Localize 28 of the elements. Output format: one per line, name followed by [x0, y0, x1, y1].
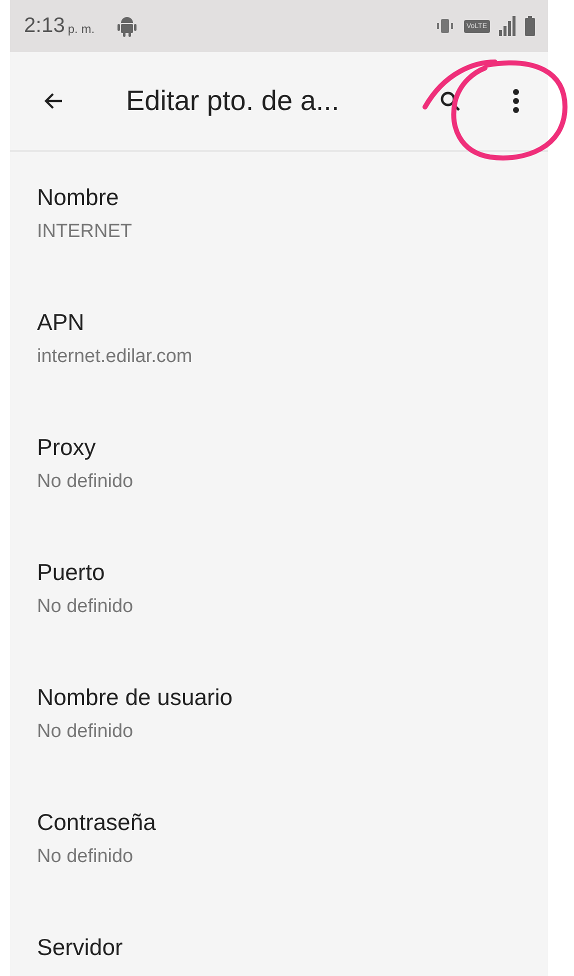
setting-label: Nombre de usuario: [37, 684, 234, 711]
setting-value: No definido: [37, 471, 134, 493]
setting-label: Proxy: [37, 434, 97, 461]
setting-value: INTERNET: [37, 221, 133, 243]
settings-item[interactable]: Proxy No definido: [10, 428, 548, 553]
setting-value: No definido: [37, 846, 134, 868]
settings-item[interactable]: Servidor: [10, 928, 548, 976]
toolbar-title: Editar pto. de a...: [126, 85, 340, 117]
setting-label: APN: [37, 309, 86, 336]
signal-icon: [498, 16, 516, 36]
android-robot-icon: [116, 15, 137, 37]
setting-label: Nombre: [37, 184, 120, 211]
setting-label: Puerto: [37, 559, 106, 586]
settings-item[interactable]: Contraseña No definido: [10, 803, 548, 928]
settings-item[interactable]: APN internet.edilar.com: [10, 303, 548, 428]
status-time: 2:13: [24, 14, 65, 38]
setting-value: internet.edilar.com: [37, 346, 194, 368]
settings-item[interactable]: Nombre de usuario No definido: [10, 678, 548, 803]
settings-item[interactable]: Puerto No definido: [10, 553, 548, 678]
setting-label: Contraseña: [37, 809, 157, 836]
search-icon: [438, 89, 462, 113]
battery-icon: [524, 16, 536, 36]
status-period: p. m.: [68, 22, 95, 36]
setting-label: Servidor: [37, 934, 124, 961]
setting-value: No definido: [37, 721, 134, 743]
setting-value: No definido: [37, 596, 134, 618]
settings-item[interactable]: Nombre INTERNET: [10, 178, 548, 303]
more-options-icon: [512, 88, 520, 114]
